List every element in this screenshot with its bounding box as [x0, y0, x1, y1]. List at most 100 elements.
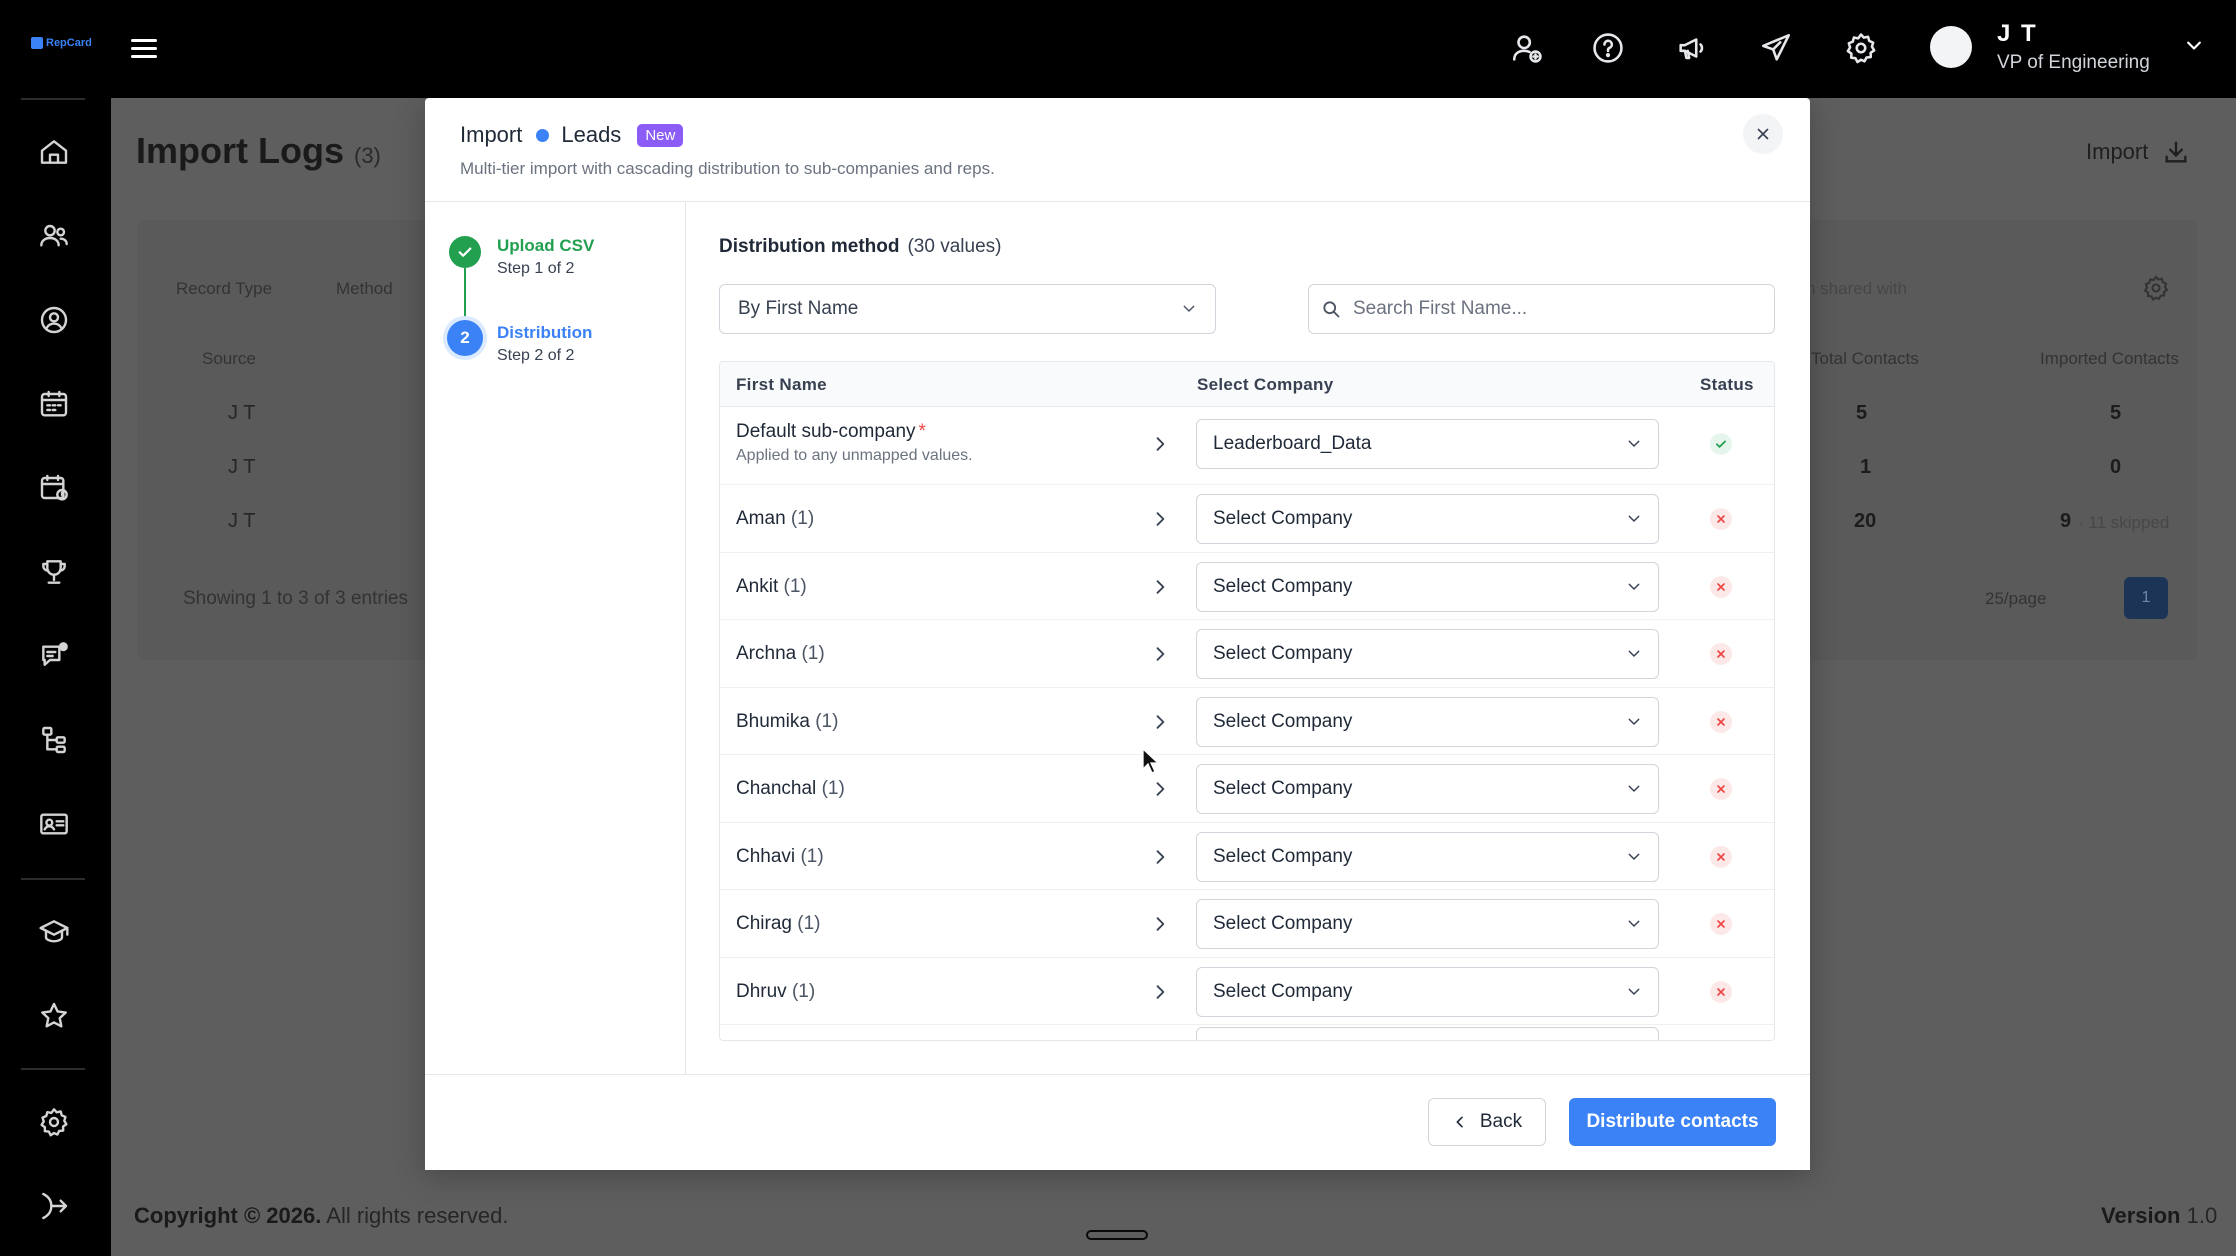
chevron-right-icon — [1156, 579, 1165, 594]
company-select[interactable]: Leaderboard_Data — [1196, 419, 1659, 469]
row-name: Chirag (1) — [736, 913, 821, 934]
new-badge: New — [637, 123, 684, 147]
row-name: Ankit (1) — [736, 575, 807, 597]
star-icon[interactable] — [34, 996, 74, 1036]
error-x-icon — [1710, 778, 1732, 800]
step-upload-csv[interactable]: Upload CSV — [497, 236, 594, 256]
sidebar — [0, 98, 111, 1256]
stepper: Upload CSV Step 1 of 2 2 Distribution St… — [425, 202, 686, 1074]
hierarchy-icon[interactable] — [34, 720, 74, 760]
column-first-name: First Name — [736, 375, 827, 394]
row-total: 20 — [1854, 510, 1877, 532]
settings-icon[interactable] — [34, 1102, 74, 1142]
chevron-right-icon — [1156, 647, 1165, 661]
chevron-down-icon — [1628, 515, 1640, 522]
schedule-icon[interactable] — [34, 468, 74, 508]
graduation-icon[interactable] — [34, 912, 74, 952]
step-meta: Step 2 of 2 — [497, 347, 575, 364]
users-icon[interactable] — [34, 216, 74, 256]
company-select[interactable]: Select Company — [1196, 831, 1659, 882]
table-row: Chanchal (1) Select Company — [720, 755, 1774, 823]
entries-summary: Showing 1 to 3 of 3 entries — [183, 588, 408, 609]
filter-method[interactable]: Method — [336, 279, 393, 299]
send-icon[interactable] — [1756, 28, 1796, 68]
settings-icon[interactable] — [1841, 28, 1881, 68]
logo-mark-icon — [31, 37, 43, 49]
app-logo[interactable]: RepCard — [31, 36, 92, 50]
calendar-icon[interactable] — [34, 384, 74, 424]
check-icon — [1710, 433, 1732, 455]
distribution-method-label: Distribution method (30 values) — [719, 236, 1002, 257]
sidebar-divider — [21, 878, 85, 880]
shared-with-filter[interactable]: n shared with — [1806, 279, 1907, 299]
row-imported: 0 — [2110, 456, 2122, 478]
error-x-icon — [1710, 710, 1732, 733]
user-name: J T — [1997, 20, 2038, 47]
page-title: Import Logs (3) — [136, 130, 381, 171]
gear-icon[interactable] — [2142, 274, 2170, 302]
sidebar-divider — [21, 1068, 85, 1070]
company-select[interactable] — [1196, 1027, 1659, 1040]
chevron-down-icon — [1183, 305, 1195, 312]
close-button[interactable] — [1743, 114, 1783, 154]
company-select[interactable]: Select Company — [1196, 494, 1659, 544]
company-select[interactable]: Select Company — [1196, 629, 1659, 679]
company-select[interactable]: Select Company — [1196, 966, 1659, 1017]
filter-record-type[interactable]: Record Type — [176, 279, 272, 299]
chevron-down-icon — [1628, 853, 1640, 860]
column-imported-contacts: Imported Contacts — [2040, 349, 2179, 368]
logo-text: RepCard — [46, 37, 92, 49]
error-x-icon — [1710, 980, 1732, 1003]
home-indicator — [1086, 1230, 1148, 1240]
distribution-method-select[interactable]: By First Name — [719, 284, 1216, 334]
step-distribution[interactable]: Distribution — [497, 323, 592, 343]
user-add-icon[interactable] — [1507, 28, 1547, 68]
step-connector — [464, 268, 466, 324]
menu-toggle-button[interactable] — [131, 39, 157, 61]
chevron-down-icon — [1628, 920, 1640, 927]
chevron-down-icon — [1628, 650, 1640, 657]
search-input[interactable] — [1353, 298, 1753, 320]
chevron-right-icon — [1156, 917, 1165, 931]
chat-icon[interactable] — [34, 636, 74, 676]
help-icon[interactable] — [1588, 28, 1628, 68]
chevron-right-icon — [1156, 782, 1165, 796]
column-status: Status — [1700, 375, 1754, 394]
step-meta: Step 1 of 2 — [497, 260, 575, 277]
home-icon[interactable] — [34, 132, 74, 172]
company-select[interactable]: Select Company — [1196, 899, 1659, 949]
avatar[interactable] — [1930, 26, 1972, 68]
table-row: Aman (1) Select Company — [720, 485, 1774, 553]
logout-icon[interactable] — [34, 1186, 74, 1226]
row-total: 1 — [1860, 456, 1872, 478]
chevron-down-icon[interactable] — [2182, 36, 2206, 56]
import-button[interactable]: Import — [2086, 138, 2190, 166]
table-header: First Name Select Company Status — [720, 362, 1774, 407]
row-imported: 9 — [2060, 510, 2072, 532]
contacts-icon[interactable] — [34, 300, 74, 340]
table-row: Ankit (1) Select Company — [720, 553, 1774, 620]
page-button[interactable]: 1 — [2124, 577, 2168, 619]
chevron-down-icon — [1628, 583, 1640, 590]
back-button[interactable]: Back — [1428, 1098, 1546, 1146]
page-size-select[interactable]: 25/page — [1985, 589, 2046, 609]
mouse-cursor-icon — [1142, 748, 1160, 774]
top-bar: RepCard J T VP of Engineering — [0, 0, 2236, 98]
search-icon — [1323, 301, 1340, 318]
company-select[interactable]: Select Company — [1196, 764, 1659, 814]
modal-header: Import Leads New Multi-tier import with … — [425, 98, 1810, 202]
dot-icon — [536, 128, 550, 142]
distribute-contacts-button[interactable]: Distribute contacts — [1569, 1098, 1776, 1146]
error-x-icon — [1710, 508, 1732, 530]
first-name-search[interactable] — [1308, 284, 1775, 334]
row-skipped-note: · 11 skipped — [2078, 513, 2170, 532]
trophy-icon[interactable] — [34, 552, 74, 592]
row-hint: Applied to any unmapped values. — [736, 447, 973, 464]
chevron-right-icon — [1156, 849, 1165, 864]
mapping-table: First Name Select Company Status Default… — [719, 361, 1775, 1041]
company-select[interactable]: Select Company — [1196, 696, 1659, 747]
id-card-icon[interactable] — [34, 804, 74, 844]
download-icon — [2165, 141, 2187, 163]
company-select[interactable]: Select Company — [1196, 561, 1659, 612]
megaphone-icon[interactable] — [1672, 28, 1712, 68]
